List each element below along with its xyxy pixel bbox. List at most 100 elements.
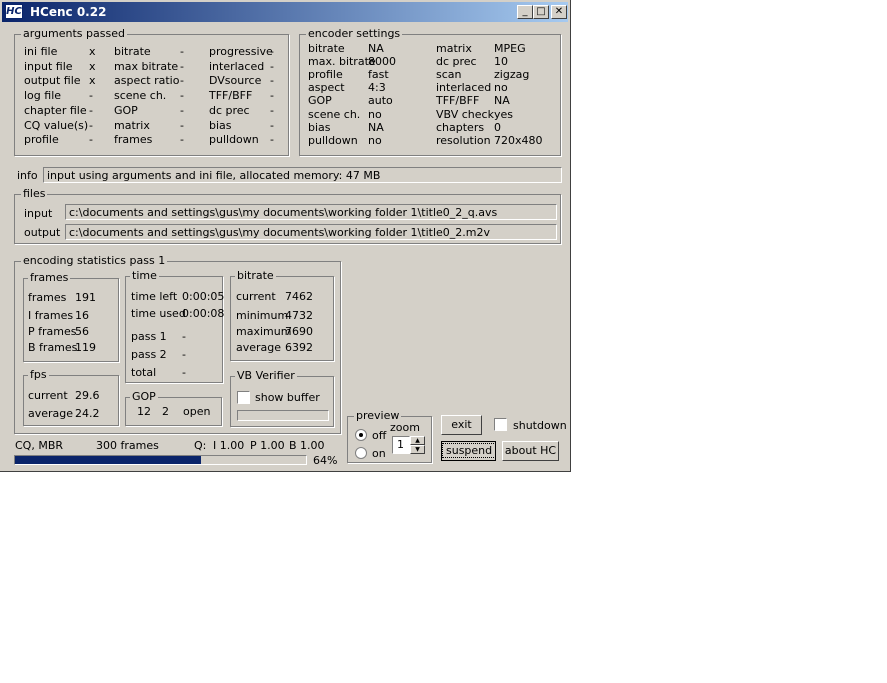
args-col3-value: - <box>270 103 274 117</box>
encoder-settings-group: encoder settings bitrate NA max. bitrate 80… <box>299 27 561 156</box>
args-col3-label: dc prec <box>209 103 250 117</box>
close-button[interactable]: ✕ <box>551 5 567 19</box>
encoder-col2-label: resolution <box>436 133 491 147</box>
encoder-col2-value: MPEG <box>494 42 526 55</box>
args-col2-label: matrix <box>114 118 150 132</box>
encoding-statistics-title: encoding statistics pass 1 <box>21 254 168 267</box>
args-col2-value: - <box>180 45 184 58</box>
show-buffer-label: show buffer <box>255 391 320 404</box>
gop-value-2: 2 <box>162 405 169 418</box>
files-title: files <box>21 187 48 200</box>
args-col1-label: CQ value(s) <box>24 118 89 132</box>
args-col3-value: - <box>270 89 274 103</box>
encoder-settings-title: encoder settings <box>306 27 403 40</box>
args-col1-label: chapter file <box>24 103 87 117</box>
frames-stat-label: frames <box>28 291 67 304</box>
bitrate-stat-label: average <box>236 341 282 354</box>
vb-verifier-group: VB Verifier show buffer <box>230 369 334 427</box>
maximize-button[interactable]: □ <box>533 5 549 19</box>
frames-stat-value: 56 <box>75 325 89 338</box>
time-stat-value: - <box>182 330 186 343</box>
input-file-path[interactable]: c:\documents and settings\gus\my documen… <box>65 204 557 220</box>
encoder-col1-value: auto <box>368 94 393 108</box>
encoder-col1-label: scene ch. <box>308 107 361 121</box>
bitrate-stat-label: minimum <box>236 309 289 322</box>
encoder-col2-value: no <box>494 81 508 95</box>
encoder-col2-label: scan <box>436 68 462 82</box>
encoder-col1-value: 4:3 <box>368 81 386 95</box>
encoder-col1-label: bias <box>308 120 331 134</box>
args-col3-value: - <box>270 45 274 58</box>
preview-off-radio[interactable] <box>355 429 367 441</box>
fps-stat-label: current <box>28 389 68 402</box>
encoder-col2-value: 10 <box>494 55 508 69</box>
args-col3-label: DVsource <box>209 74 262 88</box>
zoom-input[interactable]: 1 <box>392 436 410 454</box>
q-p-value: P 1.00 <box>250 439 285 452</box>
preview-off-label: off <box>372 429 387 442</box>
frames-title: frames <box>28 271 71 284</box>
frames-stat-label: B frames <box>28 341 78 354</box>
title-bar[interactable]: HC HCenc 0.22 _ □ ✕ <box>2 2 568 22</box>
time-stat-label: pass 2 <box>131 348 167 361</box>
args-col1-label: profile <box>24 133 59 147</box>
args-col2-value: - <box>180 74 184 88</box>
output-file-label: output <box>24 226 61 239</box>
args-col3-label: TFF/BFF <box>209 89 253 103</box>
encoder-col1-value: NA <box>368 42 384 55</box>
args-col1-label: input file <box>24 59 73 73</box>
show-buffer-checkbox[interactable] <box>237 391 250 404</box>
app-icon: HC <box>5 4 23 19</box>
suspend-button[interactable]: suspend <box>441 441 497 461</box>
args-col1-label: log file <box>24 89 62 103</box>
arguments-group: arguments passed ini file x input file x out… <box>14 27 289 156</box>
args-col1-value: - <box>89 89 93 103</box>
q-b-value: B 1.00 <box>289 439 325 452</box>
gop-group: GOP 12 2 open <box>125 390 222 426</box>
frames-stat-label: P frames <box>28 325 77 338</box>
fps-stat-value: 29.6 <box>75 389 100 402</box>
args-col2-label: scene ch. <box>114 89 167 103</box>
args-col2-label: bitrate <box>114 45 151 58</box>
time-stat-value: - <box>182 348 186 361</box>
encoder-col1-value: fast <box>368 68 389 82</box>
encoder-col1-value: 8000 <box>368 55 396 69</box>
args-col2-label: frames <box>114 133 153 147</box>
fps-stat-label: average <box>28 407 74 420</box>
q-i-value: I 1.00 <box>213 439 245 452</box>
time-stat-label: total <box>131 366 157 379</box>
time-stat-value: 0:00:08 <box>182 307 225 320</box>
args-col1-value: x <box>89 59 96 73</box>
preview-on-radio[interactable] <box>355 447 367 459</box>
args-col3-label: bias <box>209 118 232 132</box>
zoom-down-button[interactable]: ▼ <box>410 445 425 454</box>
shutdown-checkbox[interactable] <box>494 418 507 431</box>
zoom-up-button[interactable]: ▲ <box>410 436 425 445</box>
encoder-col2-label: matrix <box>436 42 472 55</box>
exit-button[interactable]: exit <box>441 415 482 435</box>
encoder-col2-value: 720x480 <box>494 133 543 147</box>
progress-percent: 64% <box>313 454 338 467</box>
time-stat-label: time used <box>131 307 186 320</box>
time-stat-label: pass 1 <box>131 330 167 343</box>
time-stat-value: - <box>182 366 186 379</box>
suspend-label: suspend <box>442 443 497 458</box>
args-col2-label: max bitrate <box>114 59 179 73</box>
total-frames: 300 frames <box>96 439 159 452</box>
args-col2-value: - <box>180 89 184 103</box>
encoder-col1-label: bitrate <box>308 42 345 55</box>
about-button[interactable]: about HC <box>502 441 559 461</box>
args-col2-label: GOP <box>114 103 138 117</box>
minimize-button[interactable]: _ <box>517 5 533 19</box>
output-file-path[interactable]: c:\documents and settings\gus\my documen… <box>65 224 557 240</box>
args-col1-value: - <box>89 133 93 147</box>
encoder-col2-value: NA <box>494 94 510 108</box>
encoder-col1-label: aspect <box>308 81 345 95</box>
encoder-col1-label: max. bitrate <box>308 55 376 69</box>
args-col1-value: - <box>89 103 93 117</box>
q-label: Q: <box>194 439 207 452</box>
encoder-col1-value: no <box>368 133 382 147</box>
shutdown-label: shutdown <box>513 419 567 432</box>
info-field: input using arguments and ini file, allo… <box>43 167 562 183</box>
bitrate-stat-label: maximum <box>236 325 292 338</box>
